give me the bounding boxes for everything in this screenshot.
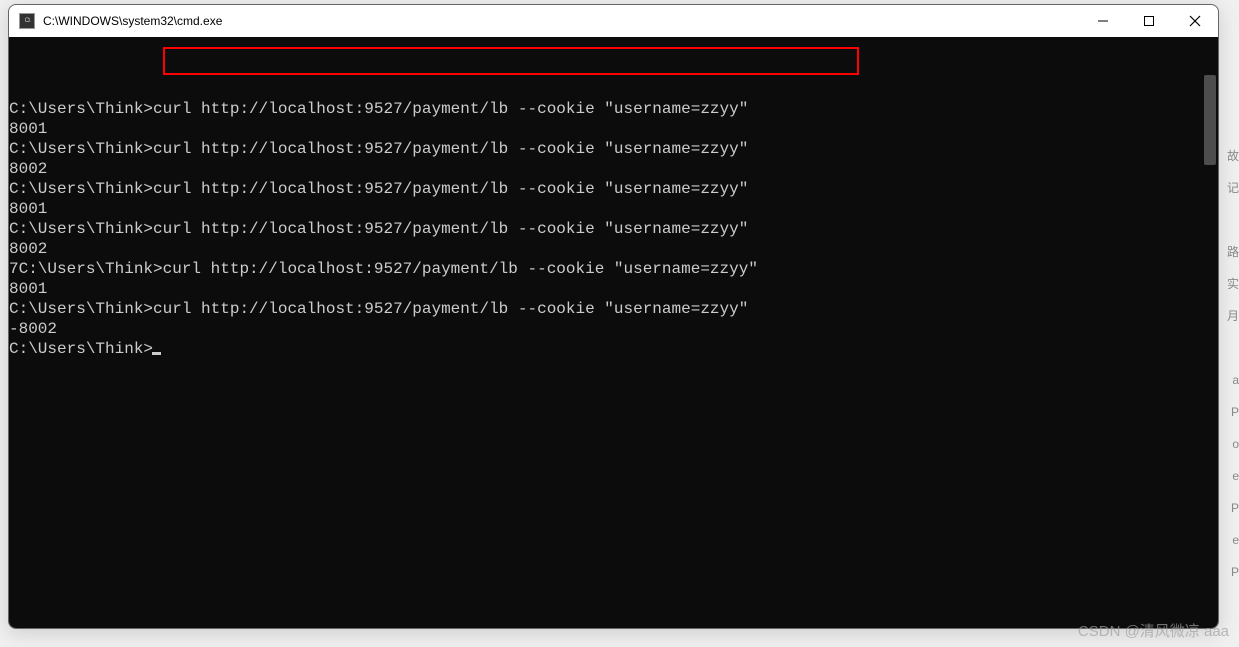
terminal-line: 8002 — [9, 159, 1218, 179]
titlebar[interactable]: C:\WINDOWS\system32\cmd.exe — [9, 5, 1218, 37]
terminal-line: 8002 — [9, 239, 1218, 259]
maximize-icon — [1144, 16, 1154, 26]
background-text: 故记路实月aPoePeP — [1225, 140, 1239, 588]
cmd-window: C:\WINDOWS\system32\cmd.exe C:\Users\Thi… — [8, 4, 1219, 629]
window-controls — [1080, 5, 1218, 37]
terminal-line: C:\Users\Think>curl http://localhost:952… — [9, 99, 1218, 119]
terminal-line: 7C:\Users\Think>curl http://localhost:95… — [9, 259, 1218, 279]
minimize-icon — [1098, 16, 1108, 26]
terminal-line: C:\Users\Think>curl http://localhost:952… — [9, 299, 1218, 319]
highlight-box — [163, 47, 859, 75]
close-icon — [1189, 15, 1201, 27]
terminal-line: C:\Users\Think>curl http://localhost:952… — [9, 219, 1218, 239]
cursor — [152, 352, 161, 355]
terminal-line: C:\Users\Think> — [9, 339, 1218, 359]
terminal-line: C:\Users\Think>curl http://localhost:952… — [9, 139, 1218, 159]
cmd-icon — [19, 13, 35, 29]
terminal-content: C:\Users\Think>curl http://localhost:952… — [9, 99, 1218, 359]
close-button[interactable] — [1172, 5, 1218, 37]
terminal-line: -8002 — [9, 319, 1218, 339]
maximize-button[interactable] — [1126, 5, 1172, 37]
scrollbar-thumb[interactable] — [1204, 75, 1216, 165]
terminal-line: 8001 — [9, 199, 1218, 219]
terminal-line: 8001 — [9, 279, 1218, 299]
minimize-button[interactable] — [1080, 5, 1126, 37]
terminal-area[interactable]: C:\Users\Think>curl http://localhost:952… — [9, 37, 1218, 628]
terminal-line: 8001 — [9, 119, 1218, 139]
window-title: C:\WINDOWS\system32\cmd.exe — [43, 14, 1080, 28]
terminal-line: C:\Users\Think>curl http://localhost:952… — [9, 179, 1218, 199]
